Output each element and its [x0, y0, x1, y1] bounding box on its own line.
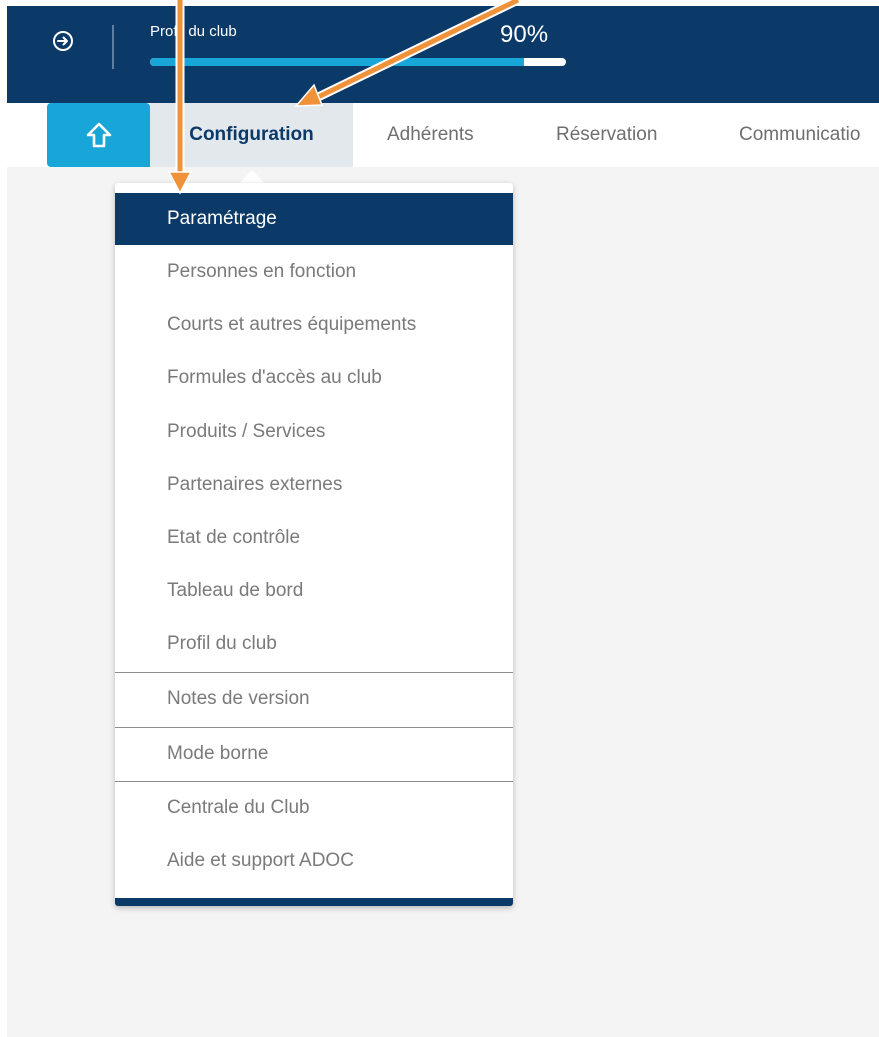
dropdown-caret: [240, 170, 264, 183]
arrow-right-circle-icon: [53, 31, 73, 51]
menu-item-tableau-de-bord[interactable]: Tableau de bord: [115, 565, 513, 617]
menu-item-formules[interactable]: Formules d'accès au club: [115, 352, 513, 404]
menu-item-centrale-du-club[interactable]: Centrale du Club: [115, 782, 513, 834]
tab-configuration[interactable]: Configuration: [150, 103, 353, 167]
menu-item-partenaires[interactable]: Partenaires externes: [115, 459, 513, 511]
tab-adherents[interactable]: Adhérents: [387, 103, 474, 167]
menu-item-parametrage[interactable]: Paramétrage: [115, 193, 513, 245]
profile-label[interactable]: Profil du club: [150, 23, 237, 40]
tab-communication[interactable]: Communicatio: [739, 103, 860, 167]
menu-item-produits-services[interactable]: Produits / Services: [115, 406, 513, 458]
menu-item-notes-de-version[interactable]: Notes de version: [115, 673, 513, 725]
menu-item-etat-de-controle[interactable]: Etat de contrôle: [115, 512, 513, 564]
home-button[interactable]: [47, 103, 150, 167]
profile-percent: 90%: [500, 21, 549, 48]
menu-item-courts[interactable]: Courts et autres équipements: [115, 299, 513, 351]
tab-reservation[interactable]: Réservation: [556, 103, 657, 167]
menu-item-personnes-en-fonction[interactable]: Personnes en fonction: [115, 246, 513, 298]
profile-progress-bar: [150, 58, 566, 66]
home-arrow-up-icon: [86, 122, 111, 148]
top-bar: [7, 6, 879, 103]
menu-item-profil-du-club[interactable]: Profil du club: [115, 618, 513, 670]
exit-button[interactable]: [52, 30, 74, 52]
profile-progress-fill: [150, 58, 525, 66]
configuration-dropdown-menu: Paramétrage Personnes en fonction Courts…: [115, 183, 513, 906]
menu-item-mode-borne[interactable]: Mode borne: [115, 728, 513, 780]
menu-item-aide-et-support[interactable]: Aide et support ADOC: [115, 835, 513, 887]
header-divider: [112, 25, 114, 69]
menu-bottom-bar: [115, 898, 513, 906]
